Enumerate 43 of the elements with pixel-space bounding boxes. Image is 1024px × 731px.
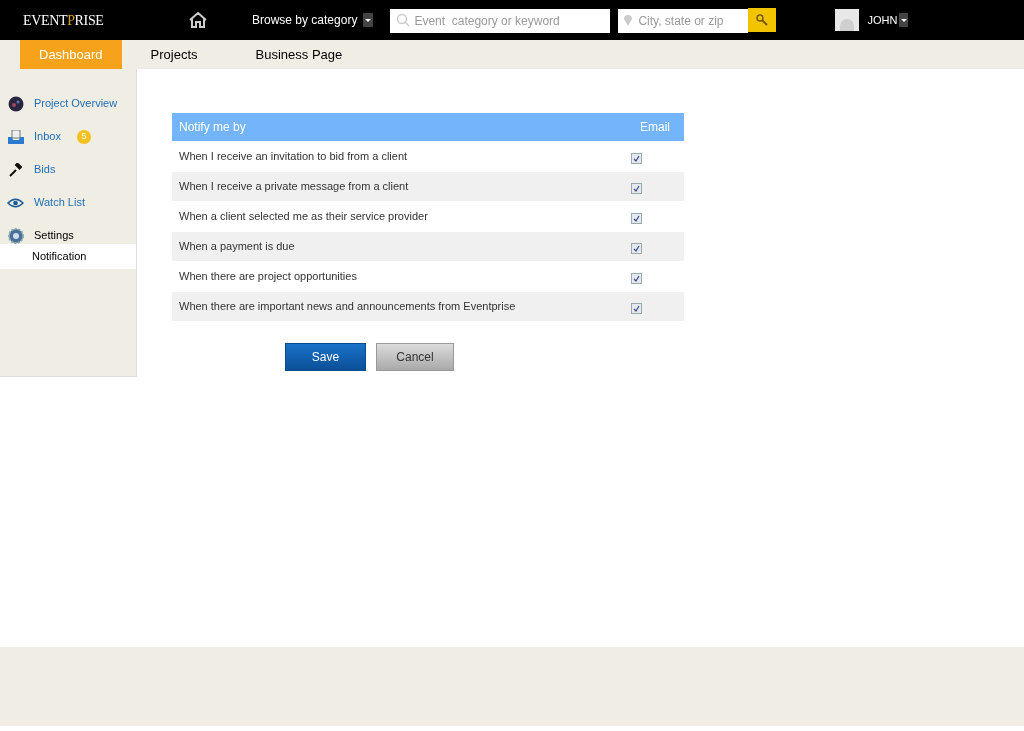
column-header: Email — [640, 119, 670, 136]
notification-label: When I receive a private message from a client — [179, 179, 409, 194]
sidebar-link[interactable]: Watch List — [34, 194, 85, 211]
notification-label: When a client selected me as their service provider — [179, 209, 428, 224]
email-checkbox[interactable] — [631, 183, 642, 194]
column-header: Notify me by — [179, 119, 246, 136]
caret-icon — [899, 13, 909, 27]
cancel-button[interactable]: Cancel — [376, 343, 454, 371]
search-button[interactable] — [748, 8, 777, 32]
notification-label: When I receive an invitation to bid from a client — [179, 149, 408, 164]
email-checkbox[interactable] — [631, 213, 642, 224]
email-checkbox[interactable] — [631, 273, 642, 284]
sidebar-subitem[interactable]: Notification — [0, 244, 136, 269]
notification-label: When a payment is due — [179, 239, 295, 254]
sidebar-link[interactable]: Inbox — [34, 128, 61, 145]
nav-tab[interactable]: Projects — [121, 40, 227, 69]
sidebar-link[interactable]: Project Overview — [34, 95, 118, 112]
location-field[interactable]: City, state or zip — [618, 8, 749, 33]
search-icon — [756, 14, 769, 26]
save-button[interactable]: Save — [285, 343, 366, 371]
logo[interactable]: EVENTPRISE — [23, 9, 143, 31]
notification-label: When there are project opportunities — [179, 269, 357, 284]
pin-icon — [623, 12, 634, 27]
home-icon[interactable] — [189, 12, 207, 28]
gavel-icon — [8, 162, 23, 177]
browse-dropdown[interactable]: Browse by category — [252, 11, 374, 29]
sidebar-link[interactable]: Settings — [34, 227, 74, 244]
sidebar-link[interactable]: Bids — [34, 161, 56, 178]
eye-icon — [7, 197, 24, 208]
count-badge: 5 — [76, 129, 91, 144]
email-checkbox[interactable] — [631, 303, 642, 314]
inbox-icon — [7, 129, 24, 144]
search-field[interactable]: Event category or keyword — [390, 8, 611, 33]
nav-tab[interactable]: Business Page — [226, 40, 372, 69]
email-checkbox[interactable] — [631, 243, 642, 254]
caret-icon — [363, 13, 374, 27]
search-icon — [396, 12, 411, 27]
notification-label: When there are important news and announcements from Eventprise — [179, 299, 516, 314]
avatar[interactable] — [835, 9, 860, 31]
email-checkbox[interactable] — [631, 153, 642, 164]
user-menu[interactable]: JOHN — [867, 11, 909, 29]
gear-icon — [7, 227, 24, 244]
globe-icon — [7, 95, 24, 112]
